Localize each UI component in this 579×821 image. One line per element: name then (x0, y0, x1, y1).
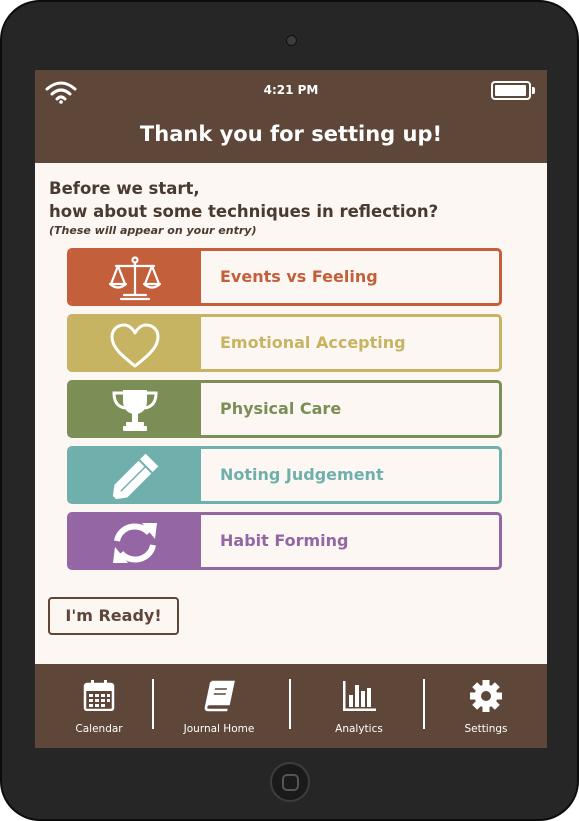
technique-label: Noting Judgement (220, 465, 384, 484)
header-bar: 4:21 PM Thank you for setting up! (35, 70, 547, 163)
technique-label: Emotional Accepting (220, 333, 406, 352)
technique-label: Physical Care (220, 399, 342, 418)
tab-label: Settings (464, 723, 508, 735)
tab-settings[interactable]: Settings (438, 664, 534, 748)
technique-label: Habit Forming (220, 531, 349, 550)
tab-divider (289, 679, 291, 729)
front-camera (286, 35, 297, 46)
technique-emotional-accepting[interactable]: Emotional Accepting (67, 314, 502, 372)
technique-physical-care[interactable]: Physical Care (67, 380, 502, 438)
home-button[interactable] (270, 762, 310, 802)
tab-bar: Calendar Journal Home Analytics Settings (35, 664, 547, 748)
refresh-icon (113, 523, 157, 563)
tab-analytics[interactable]: Analytics (305, 664, 413, 748)
gear-icon (470, 680, 502, 712)
tablet-frame: 4:21 PM Thank you for setting up! Before… (0, 0, 579, 821)
tab-label: Calendar (75, 723, 123, 735)
technique-habit-forming[interactable]: Habit Forming (67, 512, 502, 570)
battery-icon (491, 81, 535, 100)
app-screen: 4:21 PM Thank you for setting up! Before… (35, 70, 547, 748)
tab-divider (423, 679, 425, 729)
bar-chart-icon (343, 681, 376, 711)
intro-line-2: how about some techniques in reflection? (49, 202, 439, 221)
balance-scale-icon (108, 256, 162, 301)
technique-noting-judgement[interactable]: Noting Judgement (67, 446, 502, 504)
technique-label: Events vs Feeling (220, 267, 378, 286)
tab-calendar[interactable]: Calendar (51, 664, 147, 748)
tab-label: Analytics (335, 723, 383, 735)
status-time: 4:21 PM (263, 83, 319, 97)
page-title: Thank you for setting up! (139, 122, 443, 146)
intro-line-1: Before we start, (49, 179, 200, 198)
intro-text: Before we start, how about some techniqu… (49, 177, 438, 237)
heart-icon (110, 323, 160, 368)
calendar-icon (83, 680, 115, 711)
technique-events-vs-feeling[interactable]: Events vs Feeling (67, 248, 502, 306)
tab-label: Journal Home (183, 723, 255, 735)
tab-divider (152, 679, 154, 729)
tab-journal-home[interactable]: Journal Home (168, 664, 270, 748)
im-ready-button[interactable]: I'm Ready! (48, 597, 179, 635)
book-icon (204, 680, 235, 712)
trophy-icon (112, 390, 158, 431)
intro-note: (These will appear on your entry) (49, 224, 257, 237)
pencil-icon (112, 453, 159, 500)
